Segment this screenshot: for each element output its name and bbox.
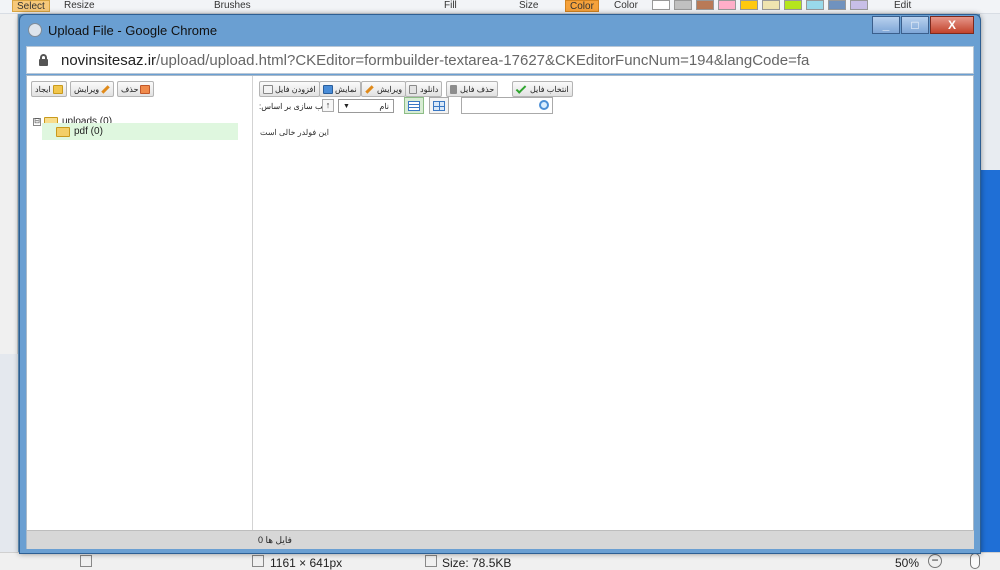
url-host: novinsitesaz.ir — [61, 52, 157, 69]
minimize-button[interactable]: _ — [872, 16, 900, 34]
paint-edit-colors-button[interactable]: Edit — [890, 0, 915, 12]
color-swatch[interactable] — [828, 0, 846, 10]
paint-fill-button[interactable]: Fill — [440, 0, 461, 12]
tree-item-pdf[interactable]: pdf (0) — [42, 123, 238, 140]
dimensions-icon — [252, 555, 264, 567]
view-file-button[interactable]: نمایش — [319, 81, 361, 97]
color-swatch[interactable] — [850, 0, 868, 10]
chrome-popup-window: Upload File - Google Chrome _ □ X novins… — [19, 14, 981, 554]
select-file-label: انتخاب فایل — [530, 84, 569, 94]
paint-select-button[interactable]: Select — [12, 0, 50, 12]
chrome-icon — [28, 23, 42, 37]
paint-size-button[interactable]: Size — [515, 0, 542, 12]
delete-folder-label: حذف — [121, 84, 139, 94]
download-file-button[interactable]: دانلود — [405, 81, 443, 97]
collapse-icon[interactable]: ⊟ — [33, 117, 41, 126]
monitor-icon — [323, 84, 333, 94]
delete-folder-button[interactable]: حذف — [117, 81, 155, 97]
create-folder-label: ایجاد — [35, 84, 51, 94]
paint-ribbon: Select Resize Brushes Fill Size Color Co… — [0, 0, 1000, 14]
color-swatch[interactable] — [652, 0, 670, 10]
zoom-slider-handle[interactable] — [970, 553, 980, 569]
trash-icon — [450, 84, 457, 94]
color-swatch[interactable] — [762, 0, 780, 10]
window-controls: _ □ X — [871, 16, 974, 34]
tree-item-label: pdf (0) — [74, 126, 103, 137]
chevron-down-icon: ▼ — [343, 102, 350, 110]
select-file-button[interactable]: انتخاب فایل — [512, 81, 573, 97]
paint-status-bar: 1161 × 641px Size: 78.5KB 50% − — [0, 552, 1000, 570]
folder-pane: ایجاد ویرایش حذف ⊟ uploads (0) pdf (0) — [27, 76, 253, 530]
sort-by-select[interactable]: ▼ نام — [338, 99, 394, 113]
color-swatch[interactable] — [784, 0, 802, 10]
edit-folder-label: ویرایش — [74, 84, 100, 94]
download-icon — [409, 84, 417, 94]
paint-canvas-area — [980, 170, 1000, 554]
add-file-button[interactable]: افزودن فایل — [259, 81, 320, 97]
add-file-icon — [263, 84, 273, 94]
view-file-label: نمایش — [335, 84, 357, 94]
edit-file-label: ویرایش — [377, 84, 403, 94]
paint-canvas-area — [0, 354, 18, 554]
grid-view-icon — [433, 100, 445, 111]
address-bar[interactable]: novinsitesaz.ir/upload/upload.html?CKEdi… — [26, 46, 974, 74]
lock-icon[interactable] — [39, 54, 48, 66]
list-view-icon — [408, 100, 420, 111]
zoom-level: 50% — [895, 556, 920, 570]
maximize-button[interactable]: □ — [901, 16, 929, 34]
folder-add-icon — [52, 84, 63, 94]
file-manager-status-bar: فایل ها 0 — [27, 530, 974, 549]
paint-side-panel — [0, 14, 18, 354]
zoom-out-icon[interactable]: − — [928, 554, 942, 568]
color-swatch[interactable] — [740, 0, 758, 10]
sort-direction-button[interactable]: ↑ — [322, 99, 334, 112]
search-icon[interactable] — [539, 100, 549, 110]
paint-color2-button[interactable]: Color — [610, 0, 642, 12]
pencil-icon — [365, 84, 374, 94]
window-title: Upload File - Google Chrome — [48, 23, 218, 38]
download-file-label: دانلود — [420, 84, 439, 94]
delete-file-button[interactable]: حذف فایل — [446, 81, 499, 97]
files-pane: افزودن فایل نمایش ویرایش دانلود حذف فایل… — [254, 76, 974, 530]
grid-view-button[interactable] — [429, 97, 449, 114]
folder-icon — [56, 126, 70, 137]
image-size: Size: 78.5KB — [442, 556, 512, 570]
paint-resize-button[interactable]: Resize — [60, 0, 99, 12]
canvas-icon — [80, 555, 92, 567]
color-swatch[interactable] — [806, 0, 824, 10]
delete-file-label: حذف فایل — [460, 84, 495, 94]
file-manager: ایجاد ویرایش حذف ⊟ uploads (0) pdf (0) ا… — [26, 75, 974, 549]
url-text[interactable]: novinsitesaz.ir/upload/upload.html?CKEdi… — [61, 52, 809, 69]
color-swatch[interactable] — [718, 0, 736, 10]
url-path: /upload/upload.html?CKEditor=formbuilder… — [156, 52, 810, 69]
paint-brushes-button[interactable]: Brushes — [210, 0, 255, 12]
image-dimensions: 1161 × 641px — [270, 556, 343, 570]
color-swatch[interactable] — [674, 0, 692, 10]
paint-color1-button[interactable]: Color — [565, 0, 599, 12]
folder-delete-icon — [140, 84, 151, 94]
add-file-label: افزودن فایل — [275, 84, 316, 94]
pencil-icon — [101, 84, 110, 94]
create-folder-button[interactable]: ایجاد — [31, 81, 67, 97]
edit-file-button[interactable]: ویرایش — [361, 81, 407, 97]
search-input[interactable] — [461, 97, 553, 114]
window-titlebar[interactable]: Upload File - Google Chrome _ □ X — [20, 15, 980, 45]
edit-folder-button[interactable]: ویرایش — [70, 81, 115, 97]
empty-folder-message: این فولدر خالی است — [260, 128, 329, 137]
checkmark-icon — [515, 82, 527, 94]
size-icon — [425, 555, 437, 567]
sort-selected-value: نام — [379, 101, 389, 111]
close-button[interactable]: X — [930, 16, 974, 34]
list-view-button[interactable] — [404, 97, 424, 114]
file-count: فایل ها 0 — [258, 535, 292, 545]
color-swatch[interactable] — [696, 0, 714, 10]
